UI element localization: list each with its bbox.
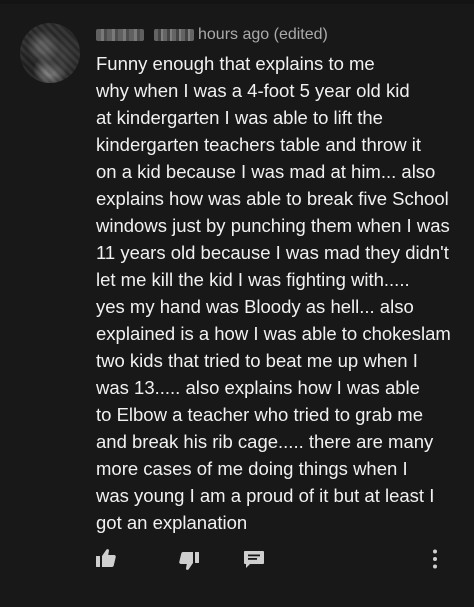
comment-line: yes my hand was Bloody as hell... also: [96, 296, 414, 317]
comment-line: windows just by punching them when I was: [96, 215, 450, 236]
comment-meta: hours ago (edited): [96, 25, 328, 45]
comment-line: kindergarten teachers table and throw it: [96, 134, 421, 155]
comment-line: two kids that tried to beat me up when I: [96, 350, 418, 371]
comment-line: was young I am a proud of it but at leas…: [96, 485, 435, 506]
thumbs-up-icon: [96, 549, 116, 567]
comment-line: Funny enough that explains to me: [96, 53, 375, 74]
top-divider: [0, 0, 474, 4]
comment-line: why when I was a 4-foot 5 year old kid: [96, 80, 410, 101]
author-name-blurred[interactable]: [96, 29, 144, 41]
comment-line: more cases of me doing things when I: [96, 458, 408, 479]
thumbs-down-icon: [179, 552, 199, 570]
comment-screen: hours ago (edited) Funny enough that exp…: [0, 0, 474, 607]
like-button[interactable]: [92, 544, 120, 572]
reply-comment-icon: [244, 551, 264, 568]
time-value-blurred: [154, 29, 194, 41]
comment-line: explained is a how I was able to chokesl…: [96, 323, 451, 344]
avatar-blur-overlay: [20, 23, 80, 83]
comment-timestamp: hours ago (edited): [198, 26, 328, 43]
comment-line: on a kid because I was mad at him... als…: [96, 161, 436, 182]
comment-line: let me kill the kid I was fighting with.…: [96, 269, 410, 290]
comment-line: and break his rib cage..... there are ma…: [96, 431, 434, 452]
reply-button[interactable]: [240, 545, 268, 573]
comment-line: explains how was able to break five Scho…: [96, 188, 449, 209]
comment-line: 11 years old because I was mad they didn…: [96, 242, 449, 263]
avatar[interactable]: [20, 23, 80, 83]
comment-text: Funny enough that explains to me why whe…: [96, 50, 466, 536]
comment-actions: [0, 544, 474, 578]
more-options-button[interactable]: [423, 545, 447, 573]
more-vertical-icon: [433, 549, 437, 569]
comment-line: to Elbow a teacher who tried to grab me: [96, 404, 424, 425]
comment-line: at kindergarten I was able to lift the: [96, 107, 383, 128]
comment-line: got an explanation: [96, 512, 248, 533]
comment-line: was 13..... also explains how I was able: [96, 377, 420, 398]
dislike-button[interactable]: [175, 547, 203, 575]
